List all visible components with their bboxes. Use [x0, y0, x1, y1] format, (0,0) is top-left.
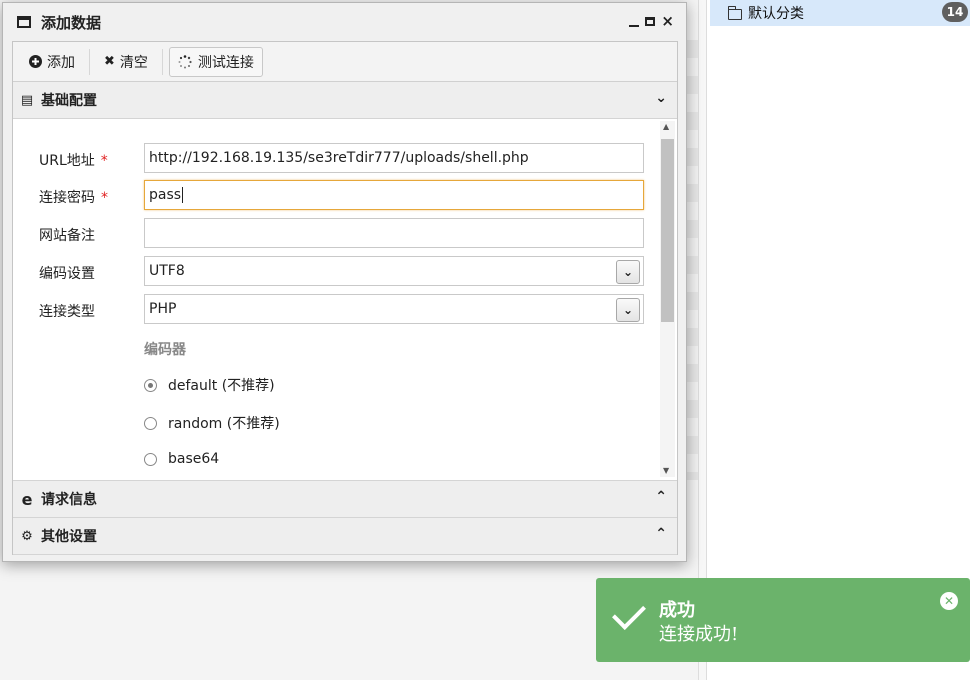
toast-message: 连接成功! [659, 624, 739, 645]
radio-icon[interactable] [144, 452, 157, 466]
encoder-option-label: base64 [168, 451, 220, 467]
password-input[interactable]: pass [144, 180, 644, 210]
clear-label: 清空 [119, 54, 148, 71]
clear-button[interactable]: ✖ 清空 [96, 48, 156, 76]
radio-icon[interactable] [144, 416, 157, 430]
folder-icon [728, 5, 742, 20]
type-row: 连接类型 PHP ⌄ [13, 294, 653, 326]
document-icon: ▤ [20, 92, 34, 108]
encoding-select[interactable]: UTF8 ⌄ [144, 256, 644, 286]
test-connection-button[interactable]: 测试连接 [168, 46, 263, 77]
section-other-title: 其他设置 [41, 529, 97, 545]
category-count-badge: 14 [942, 2, 968, 22]
section-basic-title: 基础配置 [41, 93, 97, 109]
radio-selected-icon[interactable] [144, 378, 157, 392]
toolbar-separator [161, 48, 163, 75]
url-label: URL地址 * [39, 153, 108, 169]
chevron-up-icon[interactable]: ⌃ [655, 489, 667, 505]
dialog-title: 添加数据 [41, 13, 102, 32]
encoder-option-label: default (不推荐) [168, 378, 275, 394]
url-input[interactable]: http://192.168.19.135/se3reTdir777/uploa… [144, 143, 644, 173]
toolbar-separator [89, 48, 90, 75]
type-select[interactable]: PHP ⌄ [144, 294, 644, 324]
success-toast: 成功 连接成功! ✕ [596, 578, 970, 662]
window-icon [17, 16, 31, 28]
toolbar: 添加 ✖ 清空 测试连接 [13, 42, 677, 82]
password-row: 连接密码 * pass [13, 180, 653, 212]
scrollbar-thumb[interactable] [661, 139, 674, 322]
encoder-option-label: random (不推荐) [168, 416, 280, 432]
category-label: 默认分类 [748, 6, 804, 22]
minimize-icon[interactable] [629, 25, 640, 27]
scroll-down-icon[interactable]: ▼ [663, 466, 669, 475]
required-mark: * [100, 153, 108, 169]
add-data-dialog: 添加数据 × 添加 ✖ 清空 测试连接 ▤ 基础配置 ⌄ URL地址 * htt… [2, 2, 687, 562]
test-connection-label: 测试连接 [197, 54, 254, 71]
note-input[interactable] [144, 218, 644, 248]
section-basic-config[interactable]: ▤ 基础配置 ⌄ [13, 82, 677, 119]
checkmark-icon [612, 596, 646, 630]
scroll-up-icon[interactable]: ▲ [663, 122, 669, 131]
close-icon[interactable]: × [661, 12, 674, 30]
dialog-body: 添加 ✖ 清空 测试连接 ▤ 基础配置 ⌄ URL地址 * http://192… [12, 41, 678, 555]
encoding-label: 编码设置 [39, 266, 95, 282]
encoder-option-random[interactable]: random (不推荐) [144, 413, 280, 433]
encoding-row: 编码设置 UTF8 ⌄ [13, 256, 653, 288]
close-icon[interactable]: ✕ [940, 592, 958, 610]
note-label: 网站备注 [39, 228, 95, 244]
chevron-down-icon[interactable]: ⌄ [616, 298, 640, 322]
required-mark: * [101, 190, 108, 206]
type-label: 连接类型 [39, 304, 95, 320]
ie-icon: e [21, 489, 33, 509]
chevron-up-icon[interactable]: ⌃ [655, 526, 667, 542]
encoder-option-base64[interactable]: base64 [144, 451, 219, 467]
basic-config-form: URL地址 * http://192.168.19.135/se3reTdir77… [13, 119, 677, 481]
chevron-down-icon[interactable]: ⌄ [616, 260, 640, 284]
password-label: 连接密码 * [39, 190, 108, 206]
plus-circle-icon [29, 55, 42, 68]
dialog-titlebar[interactable]: 添加数据 × [3, 3, 686, 41]
category-item-default[interactable]: 默认分类 14 [710, 0, 970, 26]
encoder-title: 编码器 [144, 342, 186, 358]
url-row: URL地址 * http://192.168.19.135/se3reTdir77… [13, 143, 653, 175]
section-request-title: 请求信息 [41, 492, 97, 508]
chevron-down-icon[interactable]: ⌄ [655, 90, 667, 106]
form-scrollbar[interactable]: ▲ ▼ [660, 121, 675, 477]
window-controls: × [629, 12, 674, 30]
x-icon: ✖ [104, 54, 115, 69]
encoder-option-default[interactable]: default (不推荐) [144, 375, 275, 395]
maximize-icon[interactable] [645, 16, 656, 26]
section-request-info[interactable]: e 请求信息 ⌃ [13, 481, 677, 518]
spinner-icon [178, 54, 192, 68]
note-row: 网站备注 [13, 218, 653, 250]
add-label: 添加 [47, 54, 75, 71]
gears-icon: ⚙ [21, 528, 33, 544]
toast-title: 成功 [659, 600, 695, 621]
section-other-settings[interactable]: ⚙ 其他设置 ⌃ [13, 518, 677, 555]
add-button[interactable]: 添加 [21, 48, 83, 76]
